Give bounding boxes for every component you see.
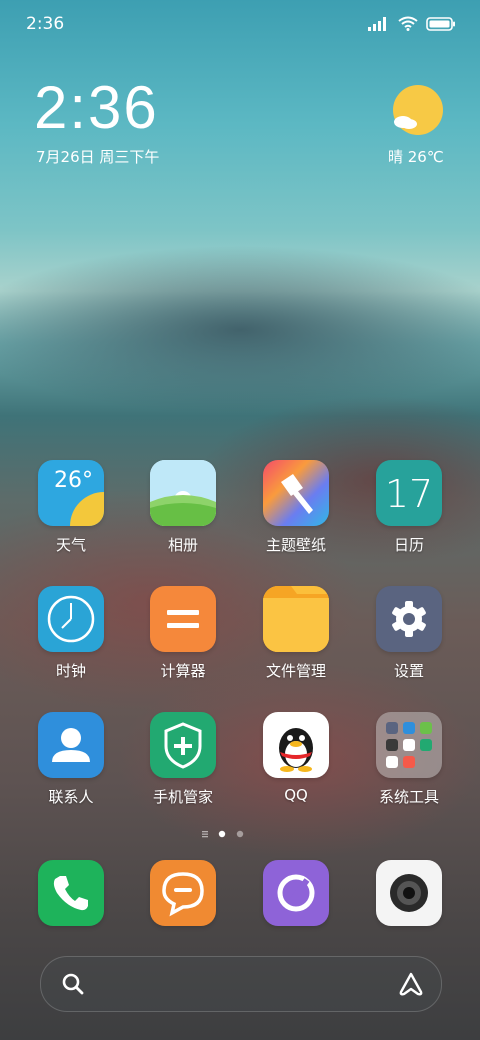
app-qq[interactable]: QQ xyxy=(241,712,351,804)
app-label: QQ xyxy=(284,786,308,804)
calendar-icon: 17 xyxy=(376,460,442,526)
calculator-icon xyxy=(150,586,216,652)
status-time: 2:36 xyxy=(26,14,65,34)
app-calendar[interactable]: 17 日历 xyxy=(354,460,464,555)
dock-phone[interactable] xyxy=(16,860,126,926)
sun-cloud-icon[interactable] xyxy=(391,84,445,138)
app-label: 计算器 xyxy=(160,662,206,680)
system-tools-folder-icon xyxy=(376,712,442,778)
clock-widget-date: 7月26日 周三下午 xyxy=(36,148,160,166)
camera-icon xyxy=(376,860,442,926)
app-label: 相册 xyxy=(167,536,198,554)
browser-icon xyxy=(263,860,329,926)
app-file-manager[interactable]: 文件管理 xyxy=(241,586,351,681)
weather-text: 晴 26℃ xyxy=(388,148,444,166)
app-label: 时钟 xyxy=(55,662,86,680)
search-icon[interactable] xyxy=(61,972,85,996)
app-label: 联系人 xyxy=(48,788,94,806)
app-label: 文件管理 xyxy=(265,662,326,680)
calendar-day: 17 xyxy=(384,472,434,516)
search-bar[interactable] xyxy=(40,956,442,1012)
app-label: 天气 xyxy=(55,536,86,554)
app-folder-system-tools[interactable]: 系统工具 xyxy=(354,712,464,807)
app-weather[interactable]: 26° 天气 xyxy=(16,460,126,555)
phone-icon xyxy=(38,860,104,926)
status-bar: 2:36 xyxy=(0,0,480,50)
wifi-icon xyxy=(398,16,418,31)
messages-icon xyxy=(150,860,216,926)
dock-camera[interactable] xyxy=(354,860,464,926)
clock-icon xyxy=(38,586,104,652)
clock-widget-time[interactable]: 2:36 xyxy=(34,78,159,138)
battery-icon xyxy=(426,16,455,31)
app-settings[interactable]: 设置 xyxy=(354,586,464,681)
gear-icon xyxy=(376,586,442,652)
themes-icon xyxy=(263,460,329,526)
page-indicator[interactable] xyxy=(200,828,280,840)
app-label: 系统工具 xyxy=(378,788,439,806)
app-gallery[interactable]: 相册 xyxy=(128,460,238,555)
dock-messages[interactable] xyxy=(128,860,238,926)
app-label: 设置 xyxy=(393,662,424,680)
app-label: 日历 xyxy=(393,536,424,554)
app-label: 主题壁纸 xyxy=(265,536,326,554)
page-dot xyxy=(236,830,244,838)
contacts-icon xyxy=(38,712,104,778)
weather-icon: 26° xyxy=(38,460,104,526)
assistant-icon[interactable] xyxy=(397,971,425,997)
folder-icon xyxy=(263,586,329,652)
status-icons xyxy=(368,16,456,31)
signal-icon xyxy=(368,16,386,31)
app-label: 手机管家 xyxy=(152,788,213,806)
app-security[interactable]: 手机管家 xyxy=(128,712,238,807)
feed-indicator-icon xyxy=(202,831,208,838)
security-icon xyxy=(150,712,216,778)
app-contacts[interactable]: 联系人 xyxy=(16,712,126,807)
weather-app-temp: 26° xyxy=(54,468,93,493)
qq-icon xyxy=(263,712,329,778)
app-calculator[interactable]: 计算器 xyxy=(128,586,238,681)
dock-browser[interactable] xyxy=(241,860,351,926)
app-clock[interactable]: 时钟 xyxy=(16,586,126,681)
gallery-icon xyxy=(150,460,216,526)
app-themes[interactable]: 主题壁纸 xyxy=(241,460,351,555)
page-dot-active xyxy=(218,830,226,838)
